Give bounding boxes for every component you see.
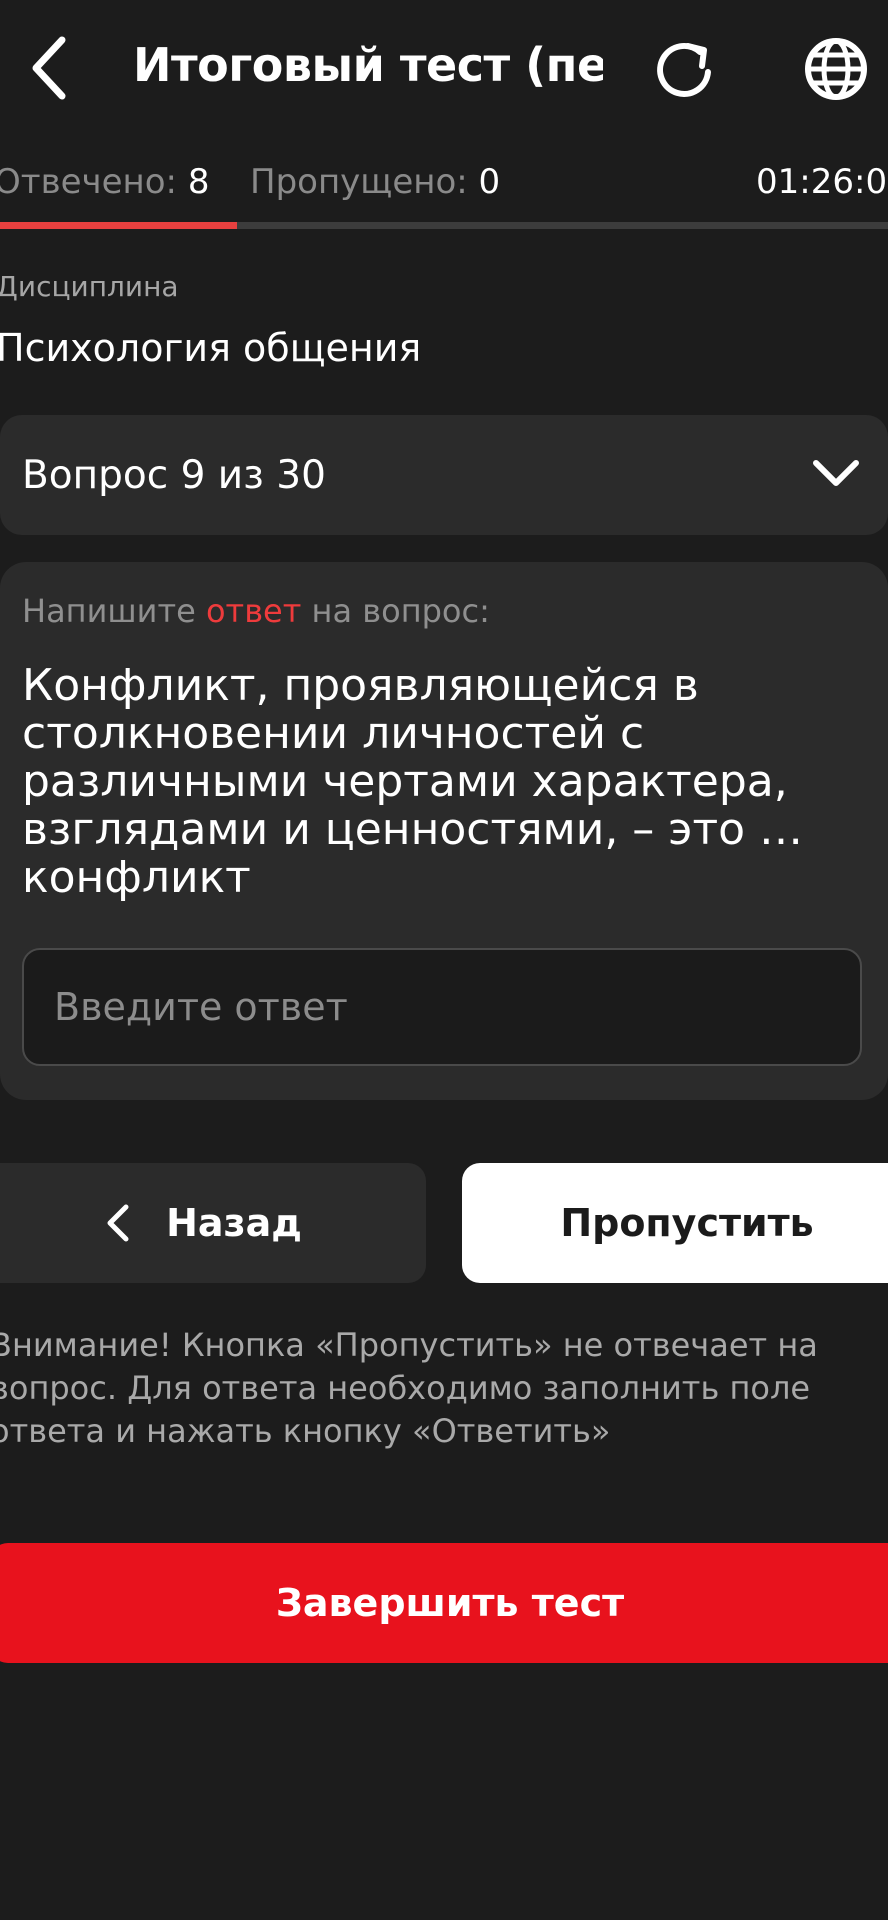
refresh-icon[interactable] xyxy=(650,36,720,106)
question-text: Конфликт, проявляющейся в столкновении л… xyxy=(22,660,803,903)
progress-fill xyxy=(0,222,238,229)
question-selector[interactable]: Вопрос 9 из 30 xyxy=(0,415,888,535)
answered-value: 8 xyxy=(187,162,210,202)
timer: 01:26:04 xyxy=(756,162,888,202)
skip-button[interactable]: Пропустить xyxy=(462,1163,888,1283)
skip-button-label: Пропустить xyxy=(560,1201,814,1245)
progress-bar xyxy=(0,222,888,229)
skipped-counter: Пропущено: 0 xyxy=(250,162,500,202)
question-card: Напишите ответ на вопрос: Конфликт, проя… xyxy=(0,562,888,1100)
question-prompt: Напишите ответ на вопрос: xyxy=(22,592,490,630)
finish-test-button[interactable]: Завершить тест xyxy=(0,1543,888,1663)
prompt-accent: ответ xyxy=(205,592,302,630)
answered-counter: Отвечено: 8 xyxy=(0,162,209,202)
discipline-label: Дисциплина xyxy=(0,270,179,303)
skip-notice: Внимание! Кнопка «Пропустить» не отвечае… xyxy=(0,1326,818,1450)
answered-label: Отвечено: xyxy=(0,162,178,202)
prompt-before: Напишите xyxy=(22,592,196,630)
skipped-label: Пропущено: xyxy=(250,162,468,202)
prompt-after: на вопрос: xyxy=(311,592,490,630)
discipline-value: Психология общения xyxy=(0,326,422,370)
answer-input[interactable] xyxy=(22,948,862,1066)
skipped-value: 0 xyxy=(478,162,501,202)
back-icon[interactable] xyxy=(22,30,82,106)
back-button[interactable]: Назад xyxy=(0,1163,426,1283)
chevron-left-icon xyxy=(107,1204,129,1242)
question-number: Вопрос 9 из 30 xyxy=(22,453,326,498)
back-button-label: Назад xyxy=(166,1201,302,1245)
finish-test-label: Завершить тест xyxy=(275,1581,625,1625)
globe-icon[interactable] xyxy=(800,33,872,105)
chevron-down-icon xyxy=(810,451,862,497)
page-title: Итоговый тест (пе... xyxy=(133,38,603,92)
